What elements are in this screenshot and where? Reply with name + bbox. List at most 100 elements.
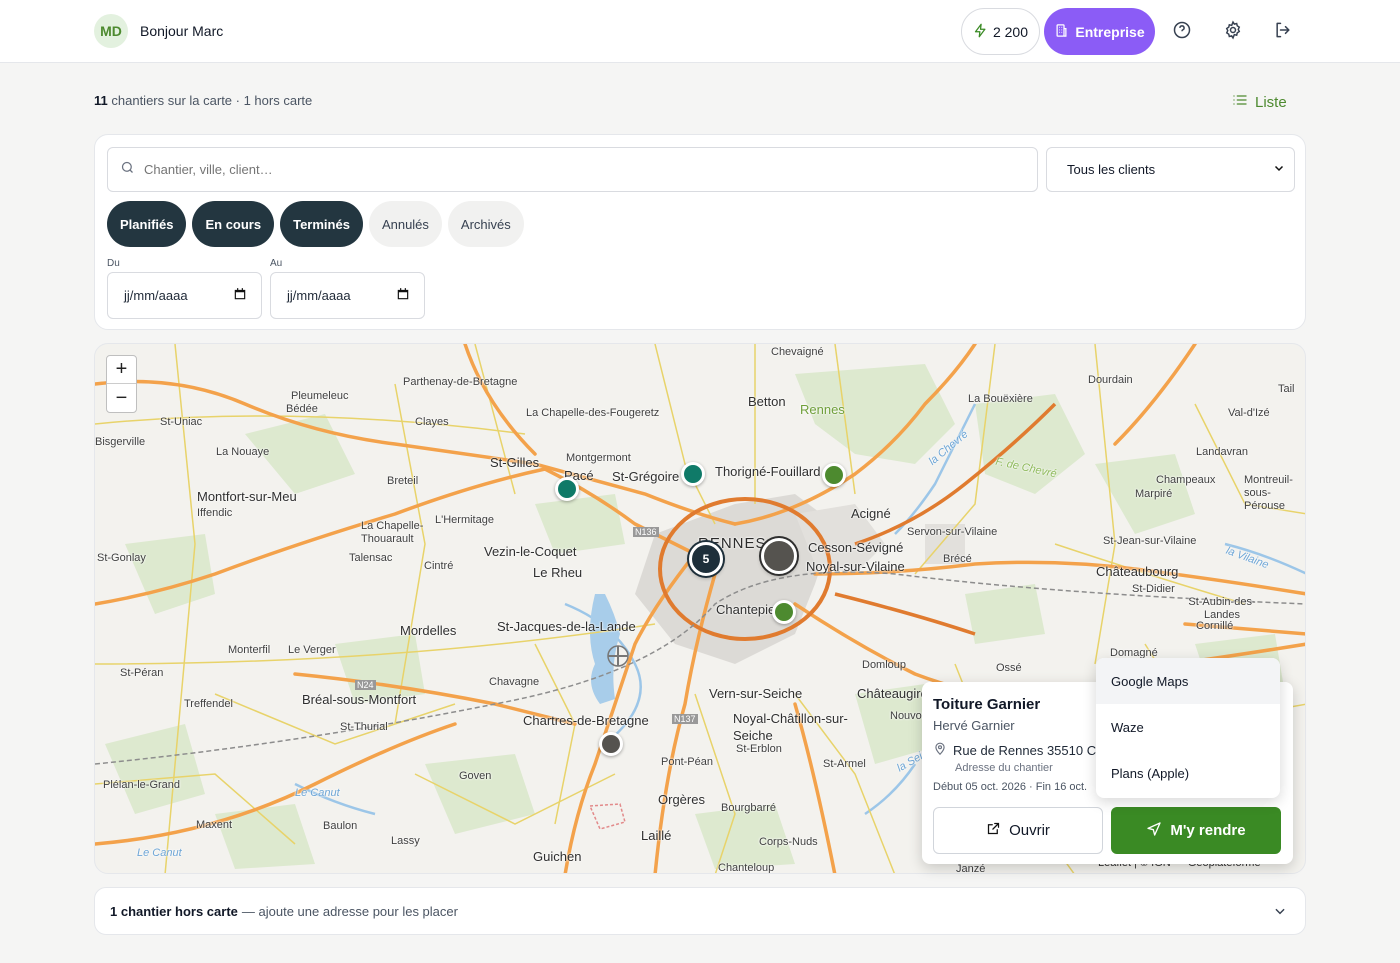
- chip-planifies[interactable]: Planifiés: [107, 201, 187, 247]
- map-summary: 11 chantiers sur la carte · 1 hors carte: [94, 93, 312, 108]
- lightning-icon: [973, 23, 988, 41]
- place-label: Marpiré: [1135, 488, 1173, 500]
- zoom-out-button[interactable]: −: [107, 384, 136, 412]
- site-marker[interactable]: [681, 462, 705, 486]
- chevron-down-icon: [1273, 162, 1285, 177]
- place-label: Breteil: [387, 475, 419, 487]
- place-label: Le Rheu: [533, 565, 583, 580]
- menu-item-apple-maps[interactable]: Plans (Apple): [1096, 750, 1280, 796]
- place-label: Le Canut: [137, 847, 182, 859]
- place-label: St-Aubin-des-Landes: [1188, 596, 1256, 621]
- zoom-control: + −: [106, 355, 137, 413]
- open-site-label: Ouvrir: [1009, 822, 1050, 839]
- place-label: Chartres-de-Bretagne: [523, 713, 649, 728]
- summary-count: 11: [94, 93, 108, 108]
- search-input[interactable]: [144, 162, 1024, 177]
- popup-title: Toiture Garnier: [933, 696, 1041, 713]
- navigate-button[interactable]: M'y rendre: [1111, 807, 1281, 854]
- place-label: St-Didier: [1132, 583, 1175, 595]
- summary-text: chantiers sur la carte · 1 hors carte: [111, 93, 313, 108]
- place-label: Corps-Nuds: [759, 836, 818, 848]
- place-label: St-Gilles: [490, 455, 540, 470]
- date-from-input[interactable]: jj/mm/aaaa: [107, 272, 262, 319]
- place-label: Val-d'Izé: [1228, 407, 1270, 419]
- place-label: Cesson-Sévigné: [808, 540, 904, 555]
- client-select[interactable]: Tous les clients: [1046, 147, 1295, 192]
- place-label: Bréal-sous-Montfort: [302, 692, 417, 707]
- chip-archives[interactable]: Archivés: [447, 201, 524, 247]
- place-label: St-Gonlay: [97, 552, 146, 564]
- external-link-icon: [986, 821, 1001, 840]
- chip-en-cours[interactable]: En cours: [192, 201, 275, 247]
- place-label: Tail: [1278, 383, 1295, 395]
- logout-button[interactable]: [1268, 17, 1298, 47]
- zoom-in-button[interactable]: +: [107, 356, 136, 384]
- place-label: Le Canut: [295, 787, 340, 799]
- menu-item-waze[interactable]: Waze: [1096, 704, 1280, 750]
- place-label: Montreuil-sous-Pérouse: [1244, 474, 1293, 512]
- help-icon: [1172, 20, 1192, 45]
- place-label: L'Hermitage: [435, 514, 494, 526]
- place-label: Montfort-sur-Meu: [197, 489, 297, 504]
- filters-card: Tous les clients Planifiés En cours Term…: [94, 134, 1306, 330]
- place-label: Bédée: [286, 403, 318, 415]
- search-box[interactable]: [107, 147, 1038, 192]
- off-map-sites-bar[interactable]: 1 chantier hors carte — ajoute une adres…: [94, 887, 1306, 935]
- avatar[interactable]: MD: [94, 14, 128, 48]
- road-label: N137: [672, 714, 698, 724]
- site-marker[interactable]: [599, 732, 623, 756]
- off-map-count: 1 chantier hors carte: [110, 903, 238, 919]
- road-label: N136: [633, 527, 659, 537]
- off-map-hint: — ajoute une adresse pour les placer: [241, 903, 458, 919]
- plan-badge[interactable]: Entreprise: [1044, 8, 1155, 55]
- menu-item-google-maps[interactable]: Google Maps: [1096, 658, 1280, 704]
- place-label: Lassy: [391, 835, 420, 847]
- open-site-button[interactable]: Ouvrir: [933, 807, 1103, 854]
- help-button[interactable]: [1167, 17, 1197, 47]
- place-label: Baulon: [323, 820, 358, 832]
- place-label: Goven: [459, 770, 492, 782]
- site-marker[interactable]: [822, 463, 846, 487]
- credits-value: 2 200: [992, 23, 1029, 40]
- popup-address-text: Rue de Rennes 35510 C: [953, 743, 1097, 758]
- place-label: Treffendel: [184, 698, 233, 710]
- place-label: Cornillé: [1196, 620, 1234, 632]
- place-label: Chantepie: [716, 602, 776, 617]
- site-marker-selected[interactable]: [761, 538, 797, 574]
- logout-icon: [1273, 20, 1293, 45]
- site-marker[interactable]: [555, 477, 579, 501]
- place-label: St-Thurial: [340, 721, 388, 733]
- place-label: Guichen: [533, 849, 582, 864]
- map-pin-icon: [933, 742, 947, 759]
- gear-icon: [1223, 19, 1243, 45]
- place-label: St-Péran: [120, 667, 164, 679]
- popup-dates: Début 05 oct. 2026 · Fin 16 oct.: [933, 781, 1088, 793]
- greeting: Bonjour Marc: [140, 23, 224, 39]
- client-select-value: Tous les clients: [1067, 162, 1156, 177]
- date-to-input[interactable]: jj/mm/aaaa: [270, 272, 425, 319]
- list-view-button[interactable]: Liste: [1232, 92, 1287, 112]
- place-label: St-Erblon: [736, 743, 782, 755]
- site-marker[interactable]: [772, 600, 796, 624]
- popup-client: Hervé Garnier: [933, 718, 1015, 733]
- place-label: Champeaux: [1156, 474, 1216, 486]
- place-label: Dourdain: [1088, 374, 1133, 386]
- settings-button[interactable]: [1218, 17, 1248, 47]
- place-label: La Bouëxière: [968, 393, 1033, 405]
- chip-termines[interactable]: Terminés: [280, 201, 363, 247]
- place-label: St-Uniac: [160, 416, 203, 428]
- place-label: Pont-Péan: [661, 756, 713, 768]
- chip-annules[interactable]: Annulés: [368, 201, 442, 247]
- marker-cluster[interactable]: 5: [689, 542, 723, 576]
- place-label: St-Jean-sur-Vilaine: [1103, 535, 1197, 547]
- place-label: Orgères: [658, 792, 705, 807]
- place-label: Landavran: [1196, 446, 1248, 458]
- building-icon: [1054, 23, 1069, 41]
- date-from-label: Du: [107, 258, 120, 269]
- navigation-icon: [1146, 821, 1162, 841]
- place-label: Vezin-le-Coquet: [484, 544, 577, 559]
- place-label: Talensac: [349, 552, 393, 564]
- credits-badge[interactable]: 2 200: [961, 8, 1040, 55]
- road-label: N24: [355, 680, 376, 690]
- place-label: Betton: [748, 394, 786, 409]
